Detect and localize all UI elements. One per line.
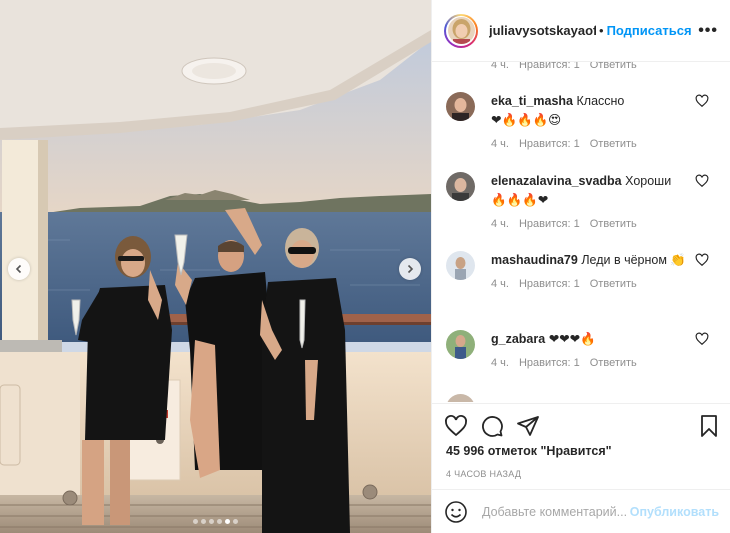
comment-likes[interactable]: Нравится: 1 [519, 354, 580, 373]
post-side-panel: juliavysotskayaofficial • Подписаться ••… [431, 0, 730, 533]
add-comment-bar: Добавьте комментарий... Опубликовать [432, 489, 730, 533]
like-heart-icon[interactable] [444, 414, 468, 438]
comment-body: eka_ti_masha Классно ❤🔥🔥🔥😍 4 ч. Нравится… [491, 92, 696, 154]
comment-bubble-icon[interactable] [480, 414, 504, 438]
comment-text: Хороши [625, 174, 672, 188]
commenter-avatar-partial[interactable] [446, 394, 475, 402]
comment-meta: 4 ч. Нравится: 1 Ответить [491, 135, 696, 154]
comment-likes[interactable]: Нравится: 1 [519, 215, 580, 234]
comment-body: mashaudina79 Леди в чёрном 👏 4 ч. Нравит… [491, 251, 696, 294]
heart-icon[interactable] [695, 253, 709, 267]
comments-list[interactable]: 4 ч. Нравится: 1 Ответить eka_ti_masha К… [432, 62, 730, 402]
heart-icon[interactable] [695, 332, 709, 346]
comment-emoji: 🔥🔥🔥❤ [491, 193, 549, 207]
carousel-dot [193, 519, 198, 524]
chevron-left-icon [15, 264, 22, 274]
commenter-username[interactable]: mashaudina79 [491, 253, 578, 267]
post-header: juliavysotskayaofficial • Подписаться ••… [432, 0, 730, 62]
share-paper-plane-icon[interactable] [516, 414, 540, 438]
photo-scene [0, 0, 431, 533]
carousel-dot [209, 519, 214, 524]
carousel-indicator [0, 519, 431, 524]
avatar-image [446, 251, 475, 280]
post-timestamp[interactable]: 4 ЧАСОВ НАЗАД [446, 469, 521, 479]
comment-reply-button[interactable]: Ответить [590, 215, 637, 234]
comment-reply-button[interactable]: Ответить [590, 354, 637, 373]
comment-body: elenazalavina_svadba Хороши 🔥🔥🔥❤ 4 ч. Нр… [491, 172, 696, 234]
avatar-image [446, 330, 475, 359]
commenter-avatar[interactable] [446, 330, 475, 359]
comment-likes[interactable]: Нравится: 1 [519, 62, 580, 71]
commenter-avatar[interactable] [446, 172, 475, 201]
avatar-frame [446, 15, 476, 46]
avatar-image [446, 394, 475, 402]
carousel-dot [217, 519, 222, 524]
avatar [447, 17, 475, 44]
save-bookmark-icon[interactable] [697, 414, 721, 438]
commenter-username[interactable]: eka_ti_masha [491, 94, 573, 108]
heart-icon[interactable] [695, 94, 709, 108]
comment-time: 4 ч. [491, 138, 509, 150]
instagram-post: juliavysotskayaofficial • Подписаться ••… [0, 0, 730, 533]
comment-emoji: ❤🔥🔥🔥😍 [491, 113, 562, 127]
carousel-dot [233, 519, 238, 524]
commenter-username[interactable]: g_zabara [491, 332, 545, 346]
comment-time: 4 ч. [491, 218, 509, 230]
carousel-dot [225, 519, 230, 524]
avatar-image [446, 92, 475, 121]
header-separator: • [599, 23, 604, 38]
comment-time: 4 ч. [491, 62, 509, 71]
comment-body: g_zabara ❤❤❤🔥 4 ч. Нравится: 1 Ответить [491, 330, 696, 373]
comment-text: Леди в чёрном [581, 253, 667, 267]
commenter-avatar[interactable] [446, 92, 475, 121]
follow-button[interactable]: Подписаться [607, 23, 692, 38]
comment-likes[interactable]: Нравится: 1 [519, 135, 580, 154]
carousel-prev-button[interactable] [8, 258, 30, 280]
comment-time: 4 ч. [491, 357, 509, 369]
post-author-username[interactable]: juliavysotskayaofficial [489, 23, 596, 38]
comment-meta: 4 ч. Нравится: 1 Ответить [491, 275, 696, 294]
emoji-smile-icon[interactable] [444, 500, 468, 524]
publish-button[interactable]: Опубликовать [630, 505, 719, 519]
previous-comment-meta: 4 ч. Нравится: 1 Ответить [491, 62, 637, 71]
comment-time: 4 ч. [491, 278, 509, 290]
post-actions-bar [432, 403, 730, 443]
comment-reply-button[interactable]: Ответить [590, 62, 637, 71]
comment-likes[interactable]: Нравится: 1 [519, 275, 580, 294]
post-photo[interactable] [0, 0, 431, 533]
avatar-image [447, 17, 475, 44]
comment-reply-button[interactable]: Ответить [590, 275, 637, 294]
comment-text: Классно [576, 94, 625, 108]
more-options-button[interactable]: ••• [698, 22, 718, 40]
comment-emoji: ❤❤❤🔥 [548, 332, 596, 346]
likes-count[interactable]: 45 996 отметок "Нравится" [446, 444, 612, 458]
chevron-right-icon [407, 264, 414, 274]
heart-icon[interactable] [695, 174, 709, 188]
comment-input[interactable]: Добавьте комментарий... [482, 505, 630, 519]
commenter-username[interactable]: elenazalavina_svadba [491, 174, 622, 188]
comment-emoji: 👏 [670, 253, 686, 267]
story-ring[interactable] [444, 13, 478, 48]
comment-meta: 4 ч. Нравится: 1 Ответить [491, 215, 696, 234]
commenter-avatar[interactable] [446, 251, 475, 280]
comment-reply-button[interactable]: Ответить [590, 135, 637, 154]
avatar-image [446, 172, 475, 201]
carousel-dot [201, 519, 206, 524]
comment-meta: 4 ч. Нравится: 1 Ответить [491, 354, 696, 373]
carousel-next-button[interactable] [399, 258, 421, 280]
